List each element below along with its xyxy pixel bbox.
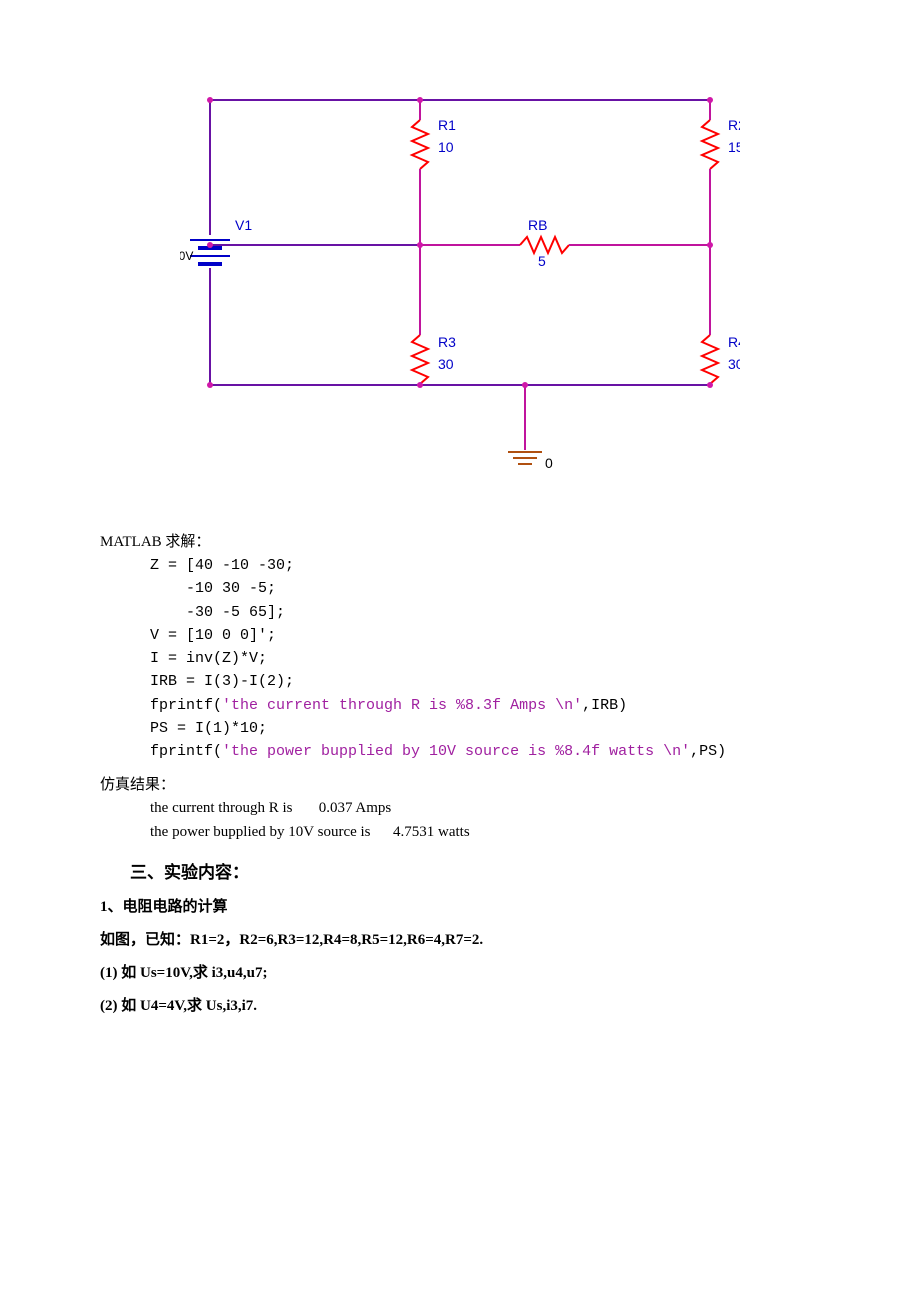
code-line-8: PS = I(1)*10;	[150, 720, 267, 737]
sim-results: the current through R is 0.037 Amps the …	[150, 797, 860, 844]
section-3-heading: 三、实验内容：	[130, 858, 860, 883]
r4-value: 30	[728, 356, 740, 372]
code-line-7b: 'the current through R is %8.3f Amps \n'	[222, 697, 582, 714]
code-line-4: V = [10 0 0]';	[150, 627, 276, 644]
code-line-6: IRB = I(3)-I(2);	[150, 673, 294, 690]
code-line-2: -10 30 -5;	[150, 580, 276, 597]
r1-label: R1	[438, 117, 456, 133]
code-line-9a: fprintf(	[150, 743, 222, 760]
rb-value: 5	[538, 253, 546, 269]
matlab-heading: MATLAB 求解：	[100, 530, 860, 554]
v1-value: 10V	[180, 249, 193, 263]
ground-label: 0	[545, 455, 553, 471]
circuit-diagram: R1 10 R2 15 RB 5 R3 30	[180, 90, 740, 510]
rb-label: RB	[528, 217, 547, 233]
result-line-1: the current through R is 0.037 Amps	[150, 800, 391, 816]
code-line-9b: 'the power bupplied by 10V source is %8.…	[222, 743, 690, 760]
content-q1: (1) 如 Us=10V,求 i3,u4,u7;	[100, 961, 860, 982]
code-line-3: -30 -5 65];	[150, 604, 285, 621]
matlab-code-block: Z = [40 -10 -30; -10 30 -5; -30 -5 65]; …	[150, 554, 860, 763]
content-q2: (2) 如 U4=4V,求 Us,i3,i7.	[100, 994, 860, 1015]
content-given: 如图，已知：R1=2，R2=6,R3=12,R4=8,R5=12,R6=4,R7…	[100, 928, 860, 949]
code-line-9c: ,PS)	[690, 743, 726, 760]
r3-value: 30	[438, 356, 454, 372]
r2-label: R2	[728, 117, 740, 133]
code-line-5: I = inv(Z)*V;	[150, 650, 267, 667]
circuit-svg: R1 10 R2 15 RB 5 R3 30	[180, 90, 740, 510]
result-line-2: the power bupplied by 10V source is 4.75…	[150, 824, 470, 840]
code-line-7a: fprintf(	[150, 697, 222, 714]
r2-value: 15	[728, 139, 740, 155]
code-line-1: Z = [40 -10 -30;	[150, 557, 294, 574]
code-line-7c: ,IRB)	[582, 697, 627, 714]
r4-label: R4	[728, 334, 740, 350]
content-item-1-title: 1、电阻电路的计算	[100, 895, 860, 916]
r1-value: 10	[438, 139, 454, 155]
v1-label: V1	[235, 217, 252, 233]
r3-label: R3	[438, 334, 456, 350]
sim-heading: 仿真结果：	[100, 773, 860, 797]
